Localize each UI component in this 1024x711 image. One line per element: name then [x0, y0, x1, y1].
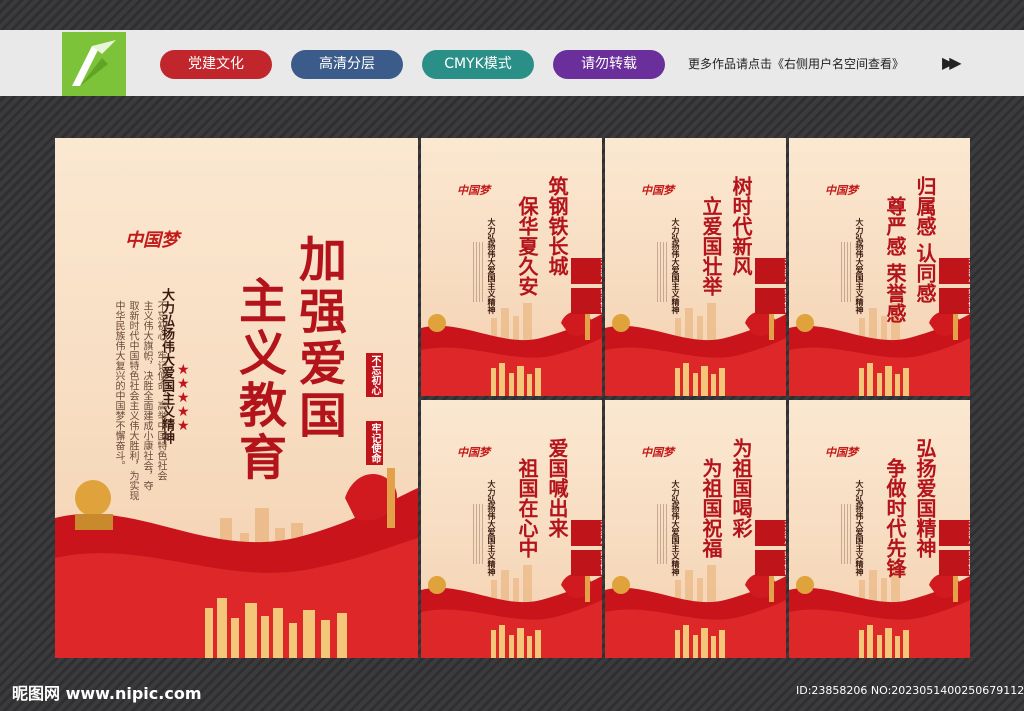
small-body-placeholder: [657, 242, 669, 302]
main-title-col2: 主义教育: [230, 276, 286, 484]
small-seal-a: 不忘初心: [939, 520, 970, 546]
small-body-placeholder: [657, 504, 669, 564]
small-title-col2: 祖国在心中: [515, 458, 539, 558]
small-poster-2: 中国梦 树时代新风 立爱国壮举 大力弘扬伟大爱国主义精神 不忘初心 牢记使命: [605, 138, 786, 396]
small-title-col1: 归属感 认同感: [913, 176, 937, 303]
small-title-col2: 立爱国壮举: [699, 196, 723, 296]
small-title-col1: 树时代新风: [729, 176, 753, 276]
small-subtitle: 大力弘扬伟大爱国主义精神: [671, 218, 681, 314]
small-body-placeholder: [841, 504, 853, 564]
small-seals: 不忘初心 牢记使命: [571, 258, 602, 314]
small-title-col1: 为祖国喝彩: [729, 438, 753, 538]
small-subtitle: 大力弘扬伟大爱国主义精神: [487, 218, 497, 314]
small-seal-b: 牢记使命: [571, 288, 602, 314]
double-arrow-icon[interactable]: ▶▶: [942, 53, 961, 72]
main-body-text: 不忘初心，牢记使命，高举中国特色社会 主义伟大旗帜，决胜全面建成小康社会，夺 取…: [113, 300, 166, 501]
main-brand: 中国梦: [125, 230, 179, 251]
small-seal-b: 牢记使命: [939, 288, 970, 314]
small-title-col1: 筑钢铁长城: [545, 176, 569, 276]
small-subtitle: 大力弘扬伟大爱国主义精神: [855, 480, 865, 576]
small-seal-a: 不忘初心: [755, 520, 786, 546]
small-title-col2: 尊严感 荣誉感: [883, 196, 907, 323]
small-seals: 不忘初心 牢记使命: [571, 520, 602, 576]
small-poster-6: 中国梦 弘扬爱国精神 争做时代先锋 大力弘扬伟大爱国主义精神 不忘初心 牢记使命: [789, 400, 970, 658]
small-subtitle: 大力弘扬伟大爱国主义精神: [487, 480, 497, 576]
main-seal-a: 不忘初心: [366, 353, 383, 397]
tag-hd-layers[interactable]: 高清分层: [291, 50, 403, 79]
small-seals: 不忘初心 牢记使命: [939, 520, 970, 576]
small-seal-b: 牢记使命: [939, 550, 970, 576]
footer-site[interactable]: 昵图网 www.nipic.com: [12, 680, 202, 704]
small-seal-a: 不忘初心: [939, 258, 970, 284]
small-seal-b: 牢记使命: [755, 550, 786, 576]
small-seals: 不忘初心 牢记使命: [755, 258, 786, 314]
small-subtitle: 大力弘扬伟大爱国主义精神: [855, 218, 865, 314]
small-body-placeholder: [473, 242, 485, 302]
small-seals: 不忘初心 牢记使命: [755, 520, 786, 576]
main-poster: 中国梦 加强爱国 主义教育 大力弘扬伟大爱国主义精神 不忘初心，牢记使命，高举中…: [55, 138, 418, 658]
small-title-col1: 爱国喊出来: [545, 438, 569, 538]
pen-logo-icon: [72, 40, 116, 86]
small-brand: 中国梦: [457, 184, 490, 197]
small-poster-1: 中国梦 筑钢铁长城 保华夏久安 大力弘扬伟大爱国主义精神 不忘初心 牢记使命: [421, 138, 602, 396]
small-seal-a: 不忘初心: [571, 520, 602, 546]
stars-icon: ★ ★ ★ ★ ★: [177, 362, 190, 434]
small-body-placeholder: [841, 242, 853, 302]
small-body-placeholder: [473, 504, 485, 564]
main-seal-b: 牢记使命: [366, 421, 383, 465]
footer-id: ID:23858206 NO:20230514002506791121: [796, 684, 1024, 697]
small-seals: 不忘初心 牢记使命: [939, 258, 970, 314]
small-seal-a: 不忘初心: [571, 258, 602, 284]
small-brand: 中国梦: [641, 446, 674, 459]
tag-party-culture[interactable]: 党建文化: [160, 50, 272, 79]
small-poster-4: 中国梦 爱国喊出来 祖国在心中 大力弘扬伟大爱国主义精神 不忘初心 牢记使命: [421, 400, 602, 658]
small-seal-b: 牢记使命: [755, 288, 786, 314]
small-brand: 中国梦: [457, 446, 490, 459]
site-logo[interactable]: [62, 32, 126, 96]
tag-cmyk-mode[interactable]: CMYK模式: [422, 50, 534, 79]
small-brand: 中国梦: [641, 184, 674, 197]
small-poster-5: 中国梦 为祖国喝彩 为祖国祝福 大力弘扬伟大爱国主义精神 不忘初心 牢记使命: [605, 400, 786, 658]
small-poster-3: 中国梦 归属感 认同感 尊严感 荣誉感 大力弘扬伟大爱国主义精神 不忘初心 牢记…: [789, 138, 970, 396]
small-seal-a: 不忘初心: [755, 258, 786, 284]
header-tagline[interactable]: 更多作品请点击《右侧用户名空间查看》: [688, 55, 904, 72]
small-brand: 中国梦: [825, 446, 858, 459]
small-brand: 中国梦: [825, 184, 858, 197]
small-title-col2: 争做时代先锋: [883, 458, 907, 578]
small-title-col2: 为祖国祝福: [699, 458, 723, 558]
main-title-col1: 加强爱国: [290, 234, 346, 442]
small-seal-b: 牢记使命: [571, 550, 602, 576]
small-subtitle: 大力弘扬伟大爱国主义精神: [671, 480, 681, 576]
small-title-col2: 保华夏久安: [515, 196, 539, 296]
small-title-col1: 弘扬爱国精神: [913, 438, 937, 558]
tag-no-repost[interactable]: 请勿转载: [553, 50, 665, 79]
